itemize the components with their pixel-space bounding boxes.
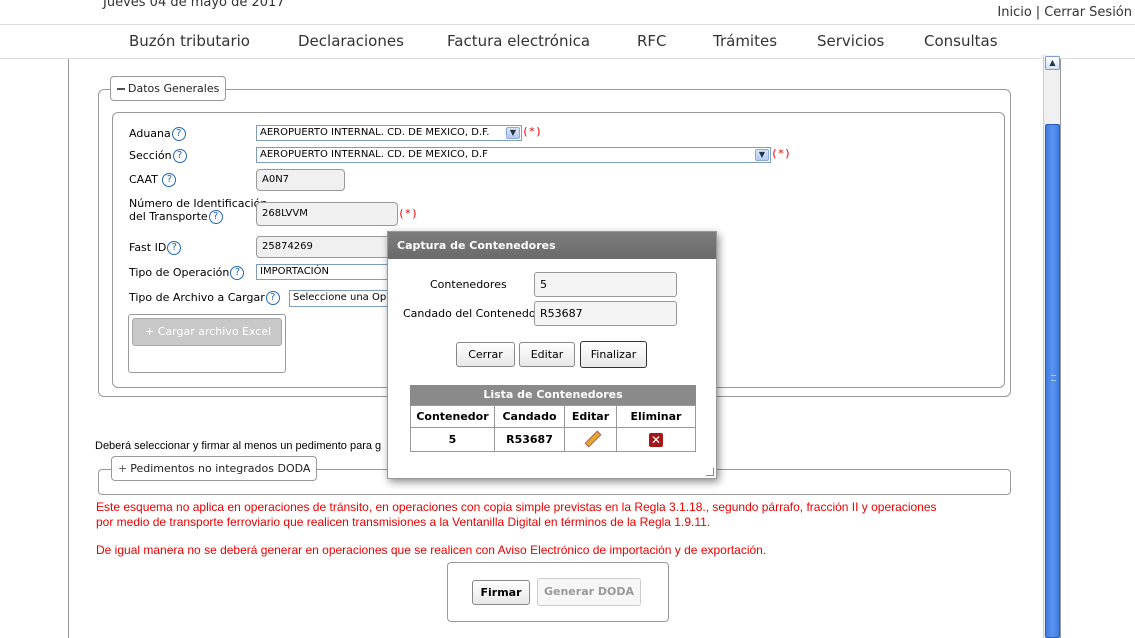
tipo-operacion-label-text: Tipo de Operación xyxy=(129,266,230,279)
nav-tramites[interactable]: Trámites xyxy=(713,32,777,50)
main-nav: Buzón tributario Declaraciones Factura e… xyxy=(0,24,1135,59)
delete-x-icon[interactable]: ✕ xyxy=(649,432,663,447)
notice-line-3: De igual manera no se deberá generar en … xyxy=(96,543,767,557)
sign-actions: Firmar Generar DODA xyxy=(447,562,669,622)
nit-label-line1: Número de Identificación xyxy=(129,197,268,210)
scroll-up-arrow-icon[interactable]: ▲ xyxy=(1045,56,1060,70)
tipo-archivo-select[interactable]: Seleccione una Op xyxy=(289,290,392,307)
nit-required-mark: (*) xyxy=(398,207,418,220)
plus-icon: + xyxy=(118,462,128,475)
link-separator: | xyxy=(1035,5,1041,20)
logout-link[interactable]: Cerrar Sesión xyxy=(1044,5,1132,20)
upload-excel-button[interactable]: + Cargar archivo Excel xyxy=(132,318,282,346)
scroll-thumb[interactable] xyxy=(1045,124,1060,638)
help-icon[interactable]: ? xyxy=(167,241,182,255)
generar-doda-button[interactable]: Generar DODA xyxy=(537,578,641,606)
seccion-select[interactable]: AEROPUERTO INTERNAL. CD. DE MEXICO, D.F ▼ xyxy=(256,147,771,163)
editar-button[interactable]: Editar xyxy=(519,342,575,367)
nit-label-line2: del Transporte xyxy=(129,210,208,223)
tipo-operacion-select[interactable]: IMPORTACIÓN xyxy=(256,264,392,280)
help-icon[interactable]: ? xyxy=(208,210,223,224)
aduana-required-mark: (*) xyxy=(522,125,542,138)
fastid-label: Fast ID? xyxy=(129,241,182,255)
home-link[interactable]: Inicio xyxy=(997,5,1031,20)
chevron-down-icon[interactable]: ▼ xyxy=(506,127,520,139)
table-row: 5 R53687 ✕ xyxy=(410,427,696,452)
session-links: Inicio | Cerrar Sesión xyxy=(997,5,1132,20)
tipo-operacion-value: IMPORTACIÓN xyxy=(260,266,329,277)
pedimentos-legend: Pedimentos no integrados DODA xyxy=(130,462,311,475)
vertical-scrollbar[interactable]: ▲ xyxy=(1043,55,1060,638)
help-icon[interactable]: ? xyxy=(265,291,280,305)
seccion-select-value: AEROPUERTO INTERNAL. CD. DE MEXICO, D.F xyxy=(260,149,488,160)
aduana-label: Aduana? xyxy=(129,127,186,141)
nav-consultas[interactable]: Consultas xyxy=(924,32,998,50)
tipo-archivo-value: Seleccione una Op xyxy=(293,292,387,303)
cell-editar xyxy=(564,427,617,452)
help-icon[interactable]: ? xyxy=(162,173,177,187)
tipo-archivo-label-text: Tipo de Archivo a Cargar xyxy=(129,291,265,304)
candado-input[interactable]: R53687 xyxy=(534,301,677,326)
nav-factura-electronica[interactable]: Factura electrónica xyxy=(447,32,590,50)
current-date: Jueves 04 de mayo de 2017 xyxy=(103,0,285,10)
pencil-icon[interactable] xyxy=(584,431,598,445)
help-icon[interactable]: ? xyxy=(230,266,245,280)
nit-label: Número de Identificación del Transporte? xyxy=(129,197,267,224)
help-icon[interactable]: ? xyxy=(172,149,187,163)
captura-contenedores-dialog: Captura de Contenedores Contenedores 5 C… xyxy=(387,231,717,479)
contenedores-table: Contenedor Candado Editar Eliminar 5 R53… xyxy=(410,405,696,452)
caat-label-text: CAAT xyxy=(129,173,158,186)
nav-buzon-tributario[interactable]: Buzón tributario xyxy=(129,32,250,50)
finalizar-button[interactable]: Finalizar xyxy=(580,341,647,368)
fastid-field[interactable]: 25874269 xyxy=(256,236,392,258)
notice-line-2: por medio de transporte ferroviario que … xyxy=(96,515,711,529)
lista-contenedores: Lista de Contenedores Contenedor Candado… xyxy=(410,385,696,452)
caat-field[interactable]: A0N7 xyxy=(256,169,345,191)
col-header-eliminar: Eliminar xyxy=(616,405,696,428)
datos-generales-legend: Datos Generales xyxy=(128,82,220,95)
aduana-label-text: Aduana xyxy=(129,127,171,140)
nit-field[interactable]: 268LVVM xyxy=(256,202,398,226)
col-header-contenedor: Contenedor xyxy=(410,405,495,428)
seccion-required-mark: (*) xyxy=(771,147,791,160)
col-header-editar: Editar xyxy=(564,405,617,428)
contenedores-label: Contenedores xyxy=(430,278,507,291)
seccion-label-text: Sección xyxy=(129,149,172,162)
cell-eliminar: ✕ xyxy=(616,427,696,452)
help-icon[interactable]: ? xyxy=(171,127,186,141)
cell-candado: R53687 xyxy=(494,427,565,452)
nav-servicios[interactable]: Servicios xyxy=(817,32,884,50)
firmar-button[interactable]: Firmar xyxy=(472,580,530,605)
contenedores-input[interactable]: 5 xyxy=(534,272,677,297)
pedimentos-note: Deberá seleccionar y firmar al menos un … xyxy=(95,440,382,452)
dialog-title[interactable]: Captura de Contenedores xyxy=(388,232,716,259)
caat-label: CAAT ? xyxy=(129,173,177,187)
resize-handle-icon[interactable] xyxy=(706,468,714,476)
nav-declaraciones[interactable]: Declaraciones xyxy=(298,32,404,50)
notice-line-1: Este esquema no aplica en operaciones de… xyxy=(96,500,937,514)
cerrar-button[interactable]: Cerrar xyxy=(456,342,515,367)
datos-generales-toggle[interactable]: Datos Generales xyxy=(110,76,227,101)
grip-icon xyxy=(1051,375,1056,381)
lista-title: Lista de Contenedores xyxy=(410,385,696,405)
col-header-candado: Candado xyxy=(494,405,565,428)
nav-rfc[interactable]: RFC xyxy=(637,32,667,50)
fastid-label-text: Fast ID xyxy=(129,241,167,254)
tipo-archivo-label: Tipo de Archivo a Cargar? xyxy=(129,291,280,305)
aduana-select-value: AEROPUERTO INTERNAL. CD. DE MEXICO, D.F. xyxy=(260,127,490,138)
seccion-label: Sección? xyxy=(129,149,187,163)
chevron-down-icon[interactable]: ▼ xyxy=(755,149,769,161)
top-bar: Jueves 04 de mayo de 2017 Inicio | Cerrar … xyxy=(0,0,1135,24)
tipo-operacion-label: Tipo de Operación? xyxy=(129,266,245,280)
aduana-select[interactable]: AEROPUERTO INTERNAL. CD. DE MEXICO, D.F.… xyxy=(256,125,522,141)
candado-label: Candado del Contenedor xyxy=(403,307,541,320)
pedimentos-toggle[interactable]: + Pedimentos no integrados DODA xyxy=(111,456,318,481)
upload-excel-label: Cargar archivo Excel xyxy=(157,325,272,338)
upload-area: + Cargar archivo Excel xyxy=(128,314,286,373)
plus-icon: + xyxy=(145,325,158,338)
minus-icon xyxy=(117,88,125,90)
cell-contenedor: 5 xyxy=(410,427,495,452)
